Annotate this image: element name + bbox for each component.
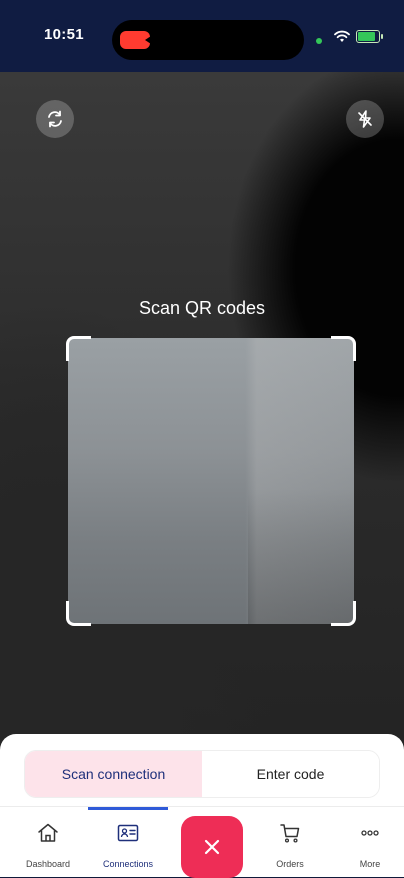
tab-label-connections: Connections (102, 859, 154, 869)
camera-preview: Scan QR codes (0, 72, 404, 772)
frame-corner-top-left (66, 336, 91, 361)
frame-corner-top-right (331, 336, 356, 361)
switch-camera-button[interactable] (36, 100, 74, 138)
tab-label-orders: Orders (276, 859, 304, 869)
screen-recording-icon (120, 31, 151, 49)
scan-title: Scan QR codes (138, 298, 266, 318)
flash-off-icon (358, 110, 372, 128)
camera-in-use-dot (316, 38, 322, 44)
tab-dashboard[interactable]: Dashboard (8, 807, 88, 877)
battery-icon (356, 30, 380, 43)
tab-label-dashboard: Dashboard (25, 859, 71, 869)
wifi-icon (334, 30, 350, 42)
id-card-icon (117, 824, 139, 842)
tab-connections[interactable]: Connections (88, 807, 168, 877)
segment-enter-code[interactable]: Enter code (202, 751, 379, 797)
segment-scan-connection[interactable]: Scan connection (25, 751, 202, 797)
close-scanner-button[interactable] (181, 816, 243, 878)
tab-label-more: More (359, 859, 381, 869)
status-time: 10:51 (44, 26, 84, 43)
frame-corner-bottom-left (66, 601, 91, 626)
cart-icon (280, 824, 300, 843)
switch-camera-icon (48, 110, 62, 128)
status-bar: 10:51 (0, 0, 404, 72)
scan-mode-segmented-control: Scan connection Enter code (24, 750, 380, 798)
qr-scan-frame (66, 336, 356, 626)
more-dots-icon (361, 830, 379, 836)
frame-corner-bottom-right (331, 601, 356, 626)
close-icon (204, 839, 220, 855)
dynamic-island (112, 20, 304, 60)
battery-tip (381, 34, 383, 39)
tab-more[interactable]: More (330, 807, 404, 877)
flash-toggle-button[interactable] (346, 100, 384, 138)
home-icon (38, 823, 58, 842)
tab-orders[interactable]: Orders (250, 807, 330, 877)
